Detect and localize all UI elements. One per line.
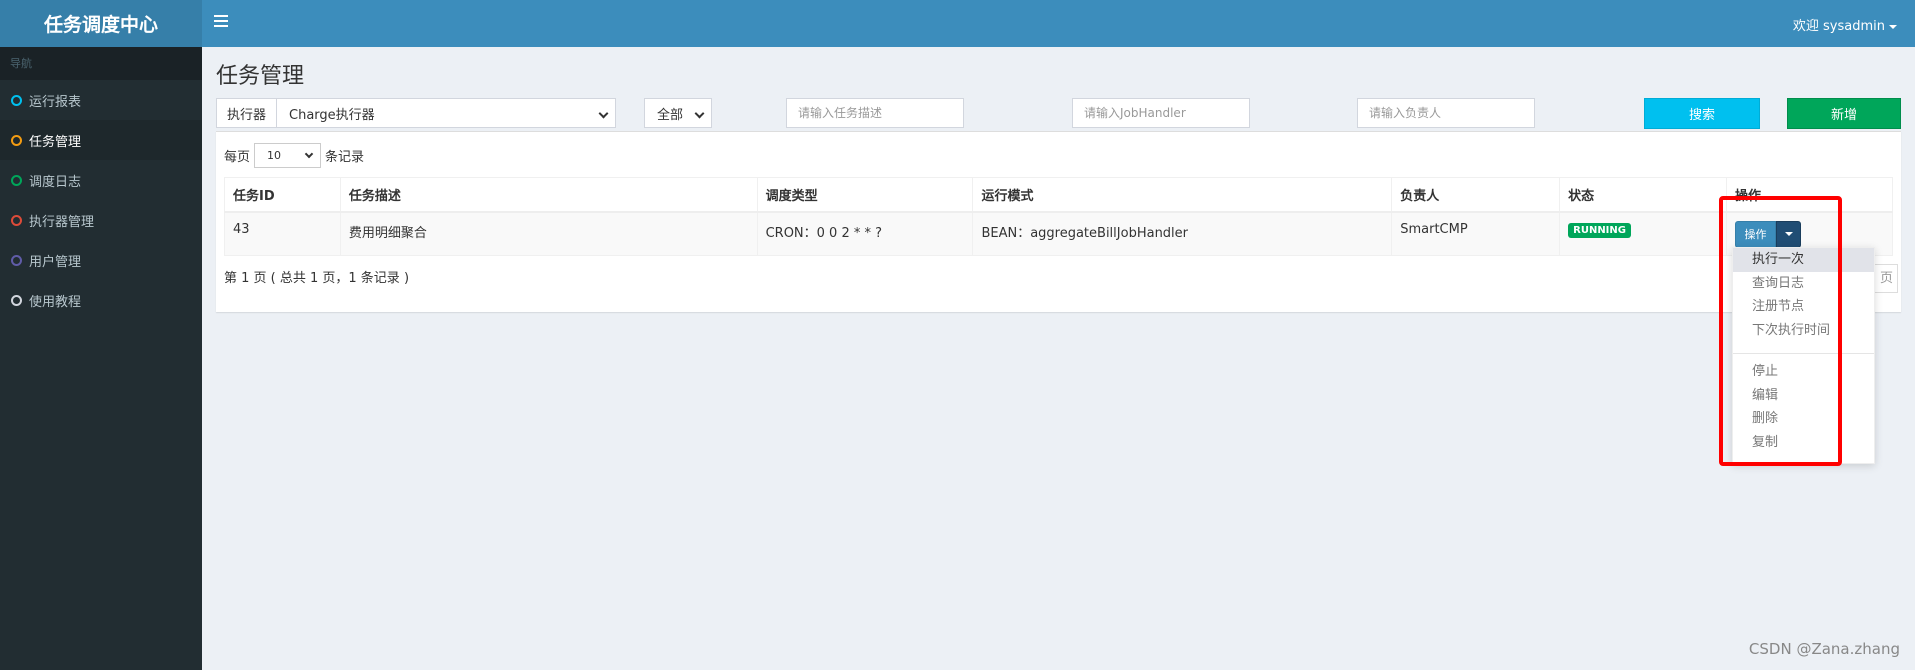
caret-down-icon [1889,24,1897,29]
column-header[interactable]: 任务描述 [339,177,758,213]
add-job-button[interactable]: 新增 [1787,98,1901,129]
app-logo[interactable]: 任务调度中心 [0,0,202,47]
circle-icon [11,94,22,106]
chevron-down-icon [598,108,609,119]
sidebar-item-executors[interactable]: 执行器管理 [0,200,202,240]
status-select[interactable]: 全部 [644,98,712,128]
job-id-cell: 43 [224,211,341,256]
author-cell: SmartCMP [1391,211,1561,256]
executor-label: 执行器 [216,98,277,128]
job-desc-cell: 费用明细聚合 [339,211,758,256]
circle-icon [11,214,22,226]
table-header-row: 任务ID 任务描述 调度类型 运行模式 负责人 状态 操作 [224,177,1893,213]
user-menu[interactable]: 欢迎 sysadmin [1793,15,1897,34]
top-navbar: 欢迎 sysadmin [202,0,1915,47]
page-title: 任务管理 [216,64,305,89]
column-header[interactable]: 运行模式 [972,177,1393,213]
table-row[interactable]: 43 费用明细聚合 CRON：0 0 2 * * ? BEAN：aggregat… [224,211,1893,256]
chevron-down-icon [304,149,314,159]
column-header[interactable]: 负责人 [1391,177,1561,213]
search-button[interactable]: 搜索 [1644,98,1760,129]
job-handler-input[interactable] [1072,98,1250,128]
status-badge: RUNNING [1568,222,1631,238]
sidebar-item-logs[interactable]: 调度日志 [0,160,202,200]
column-header[interactable]: 状态 [1559,177,1728,213]
job-table: 任务ID 任务描述 调度类型 运行模式 负责人 状态 操作 43 费用明细聚合 … [224,177,1893,256]
app-title: 任务调度中心 [43,14,158,36]
sidebar: 导航 运行报表 任务管理 调度日志 执行器管理 用户管理 使用教程 [0,47,202,670]
sidebar-header: 导航 [0,47,202,80]
sidebar-item-jobs[interactable]: 任务管理 [0,120,202,160]
column-header[interactable]: 任务ID [224,177,341,213]
circle-icon [11,134,22,146]
executor-select[interactable]: Charge执行器 [276,98,616,128]
circle-icon [11,254,22,266]
column-header[interactable]: 调度类型 [756,177,974,213]
annotation-highlight-box [1719,196,1842,466]
job-table-panel: 每页 10 条记录 任务ID 任务描述 调度类型 运行模式 负责人 状态 操作 … [216,131,1901,312]
circle-icon [11,174,22,186]
watermark: CSDN @Zana.zhang [1748,640,1900,658]
sidebar-item-reports[interactable]: 运行报表 [0,80,202,120]
run-mode-cell: BEAN：aggregateBillJobHandler [972,211,1393,256]
chevron-down-icon [694,108,705,119]
hamburger-menu-icon[interactable] [214,15,228,29]
pagination-summary: 第 1 页 ( 总共 1 页，1 条记录 ) [224,271,410,286]
page-size-control: 每页 10 条记录 [224,143,364,168]
sidebar-item-tutorial[interactable]: 使用教程 [0,280,202,320]
author-input[interactable] [1357,98,1535,128]
job-desc-input[interactable] [786,98,964,128]
page-size-select[interactable]: 10 [254,143,322,168]
schedule-type-cell: CRON：0 0 2 * * ? [756,211,974,256]
circle-icon [11,294,22,306]
status-cell: RUNNING [1559,211,1728,256]
sidebar-item-users[interactable]: 用户管理 [0,240,202,280]
